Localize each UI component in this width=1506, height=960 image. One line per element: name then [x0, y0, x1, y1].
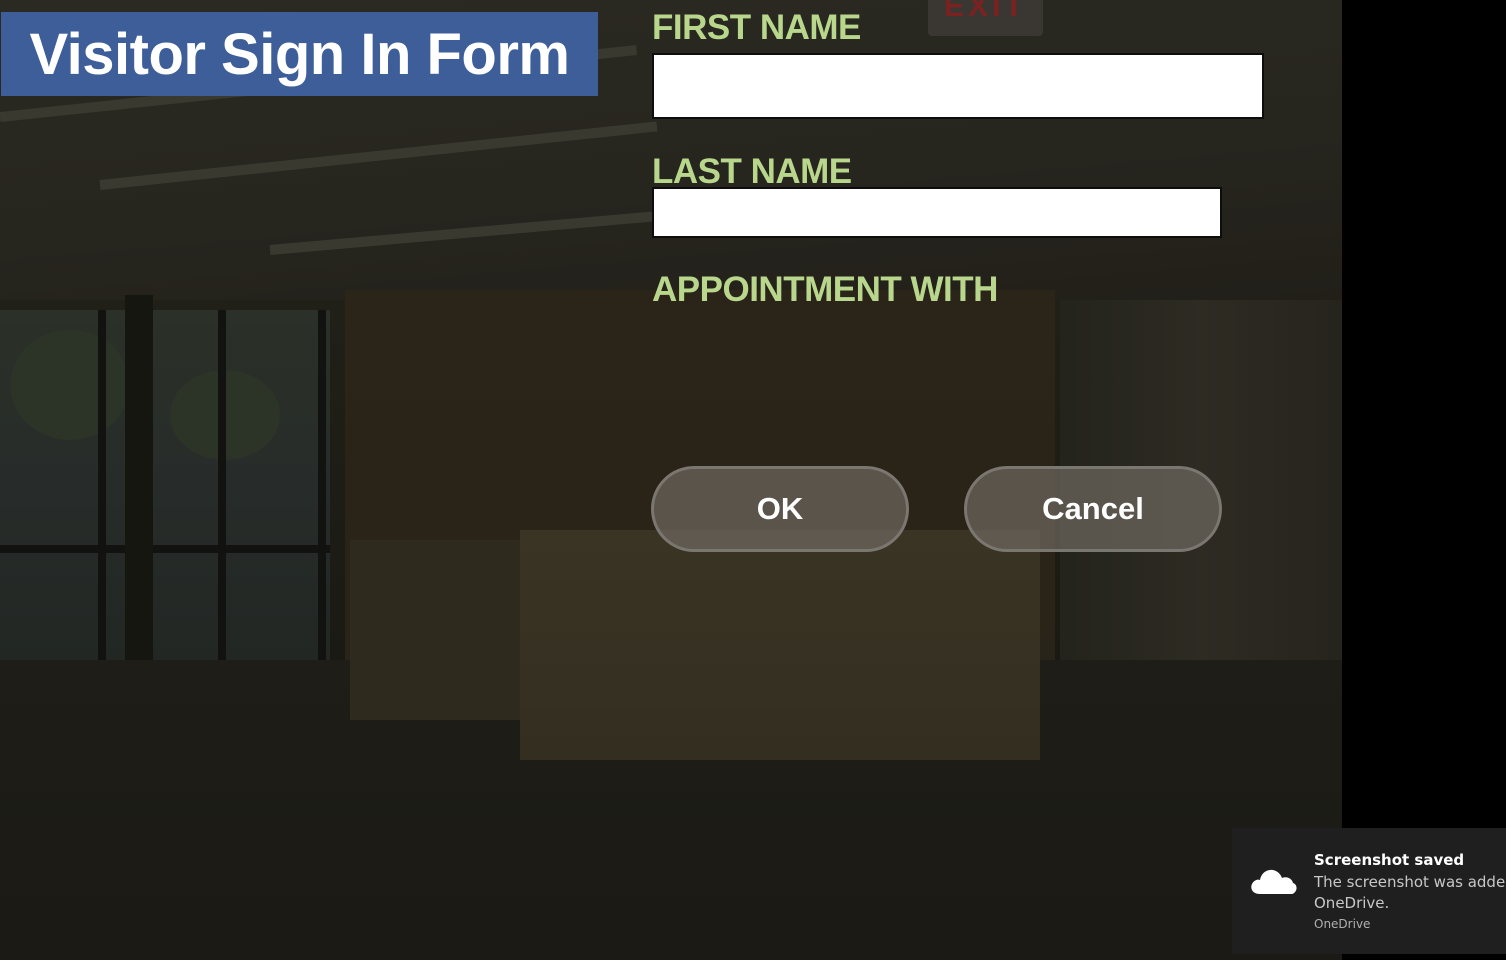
ceiling-beam [269, 208, 689, 255]
ceiling-beam [99, 121, 658, 190]
cancel-button[interactable]: Cancel [964, 466, 1222, 552]
column [125, 295, 153, 675]
window [0, 310, 330, 660]
ok-button[interactable]: OK [651, 466, 909, 552]
last-name-label: LAST NAME [652, 152, 852, 191]
appointment-with-label: APPOINTMENT WITH [652, 270, 998, 309]
notification-source: OneDrive [1314, 917, 1371, 931]
reception-desk [520, 530, 1040, 760]
notification-body-line: OneDrive. [1314, 894, 1390, 912]
window-mullion [98, 310, 106, 660]
notification-body: The screenshot was added t OneDrive. [1314, 872, 1506, 914]
notification-body-line: The screenshot was added t [1314, 873, 1506, 891]
window-mullion [218, 310, 226, 660]
window-mullion [318, 310, 326, 660]
tree [10, 330, 130, 440]
notification-title: Screenshot saved [1314, 851, 1465, 869]
window-rail [0, 545, 330, 553]
cloud-icon [1251, 869, 1297, 894]
first-name-label: FIRST NAME [652, 8, 861, 47]
reception-desk-side [350, 540, 520, 720]
title-banner: Visitor Sign In Form [1, 12, 598, 96]
last-name-input[interactable] [652, 187, 1222, 238]
onedrive-notification[interactable]: Screenshot saved The screenshot was adde… [1232, 828, 1506, 954]
first-name-input[interactable] [652, 53, 1264, 119]
exit-sign: EXIT [928, 0, 1043, 36]
side-black-region [1342, 0, 1506, 960]
page-title: Visitor Sign In Form [29, 21, 570, 87]
